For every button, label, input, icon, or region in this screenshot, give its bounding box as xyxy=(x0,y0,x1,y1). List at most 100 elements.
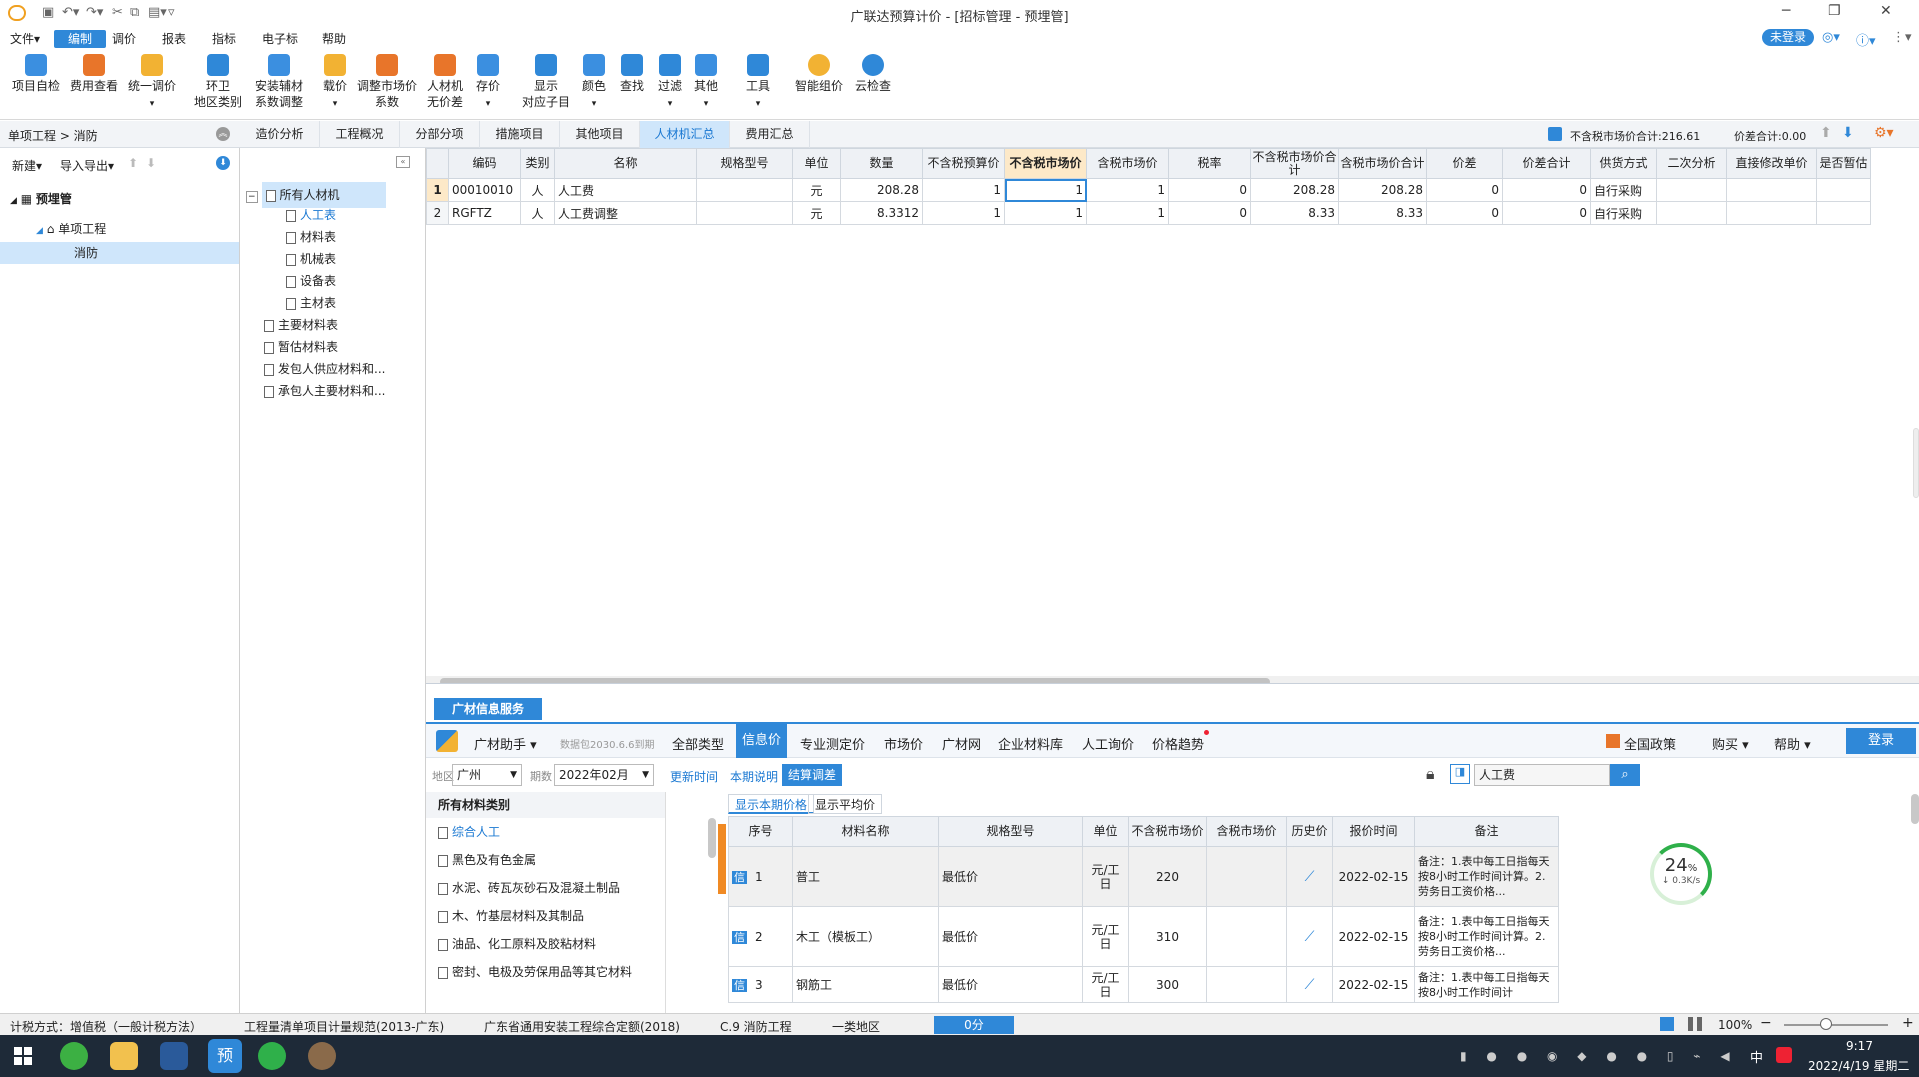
table-row[interactable]: 1 00010010 人 人工费 元 208.28 1 1 1 0 208.28… xyxy=(426,178,1871,202)
collapse-left-icon[interactable]: « xyxy=(396,156,410,168)
table-row[interactable]: 2 RGFTZ 人 人工费调整 元 8.3312 1 1 1 0 8.33 8.… xyxy=(426,201,1871,225)
cell-material-name[interactable]: 钢筋工 xyxy=(792,966,939,1003)
menu-file[interactable]: 文件▾ xyxy=(4,30,46,48)
budget-app-icon[interactable]: 预 xyxy=(208,1039,242,1073)
nav-labor-inquiry[interactable]: 人工询价 xyxy=(1082,734,1134,753)
col-tax-market-total[interactable]: 含税市场价合计 xyxy=(1338,148,1427,179)
aux-material-button[interactable]: 安装辅材 系数调整 xyxy=(250,54,308,110)
period-note-link[interactable]: 本期说明 xyxy=(730,768,778,785)
nav-all-types[interactable]: 全部类型 xyxy=(672,734,724,753)
cell-market-total[interactable]: 208.28 xyxy=(1250,178,1339,202)
col-market-total[interactable]: 不含税市场价合计 xyxy=(1250,148,1339,179)
cell-material-name[interactable]: 木工（模板工） xyxy=(792,906,939,967)
cat-provisional[interactable]: 暂估材料表 xyxy=(246,336,422,358)
nav-enterprise[interactable]: 企业材料库 xyxy=(998,734,1063,753)
collapse-icon[interactable]: ︽ xyxy=(216,127,230,141)
columns-icon[interactable] xyxy=(1688,1017,1702,1031)
col-diff[interactable]: 价差 xyxy=(1426,148,1503,179)
cell-code[interactable]: RGFTZ xyxy=(448,201,521,225)
col-market-price[interactable]: 不含税市场价 xyxy=(1004,148,1087,179)
col-tax-market-price[interactable]: 含税市场价 xyxy=(1206,816,1287,847)
unify-price-button[interactable]: 统一调价 ▾ xyxy=(124,54,180,112)
show-sub-button[interactable]: 显示 对应子目 xyxy=(518,54,574,110)
col-secondary[interactable]: 二次分析 xyxy=(1656,148,1727,179)
help-dropdown[interactable]: 帮助 ▾ xyxy=(1774,734,1811,753)
col-supply[interactable]: 供货方式 xyxy=(1590,148,1657,179)
col-unit[interactable]: 单位 xyxy=(1082,816,1129,847)
cell-diff[interactable]: 0 xyxy=(1426,178,1503,202)
menu-help[interactable]: 帮助 xyxy=(316,30,352,48)
col-tax-rate[interactable]: 税率 xyxy=(1168,148,1251,179)
zoom-handle[interactable] xyxy=(1820,1018,1832,1030)
menu-index[interactable]: 指标 xyxy=(206,30,242,48)
collapse-handle[interactable] xyxy=(718,824,726,894)
cell-code[interactable]: 00010010 xyxy=(448,178,521,202)
settings-icon[interactable]: ⚙▾ xyxy=(1874,125,1894,141)
tab-items[interactable]: 分部分项 xyxy=(400,121,480,148)
cell-diff-total[interactable]: 0 xyxy=(1502,178,1591,202)
color-button[interactable]: 颜色 ▾ xyxy=(578,54,610,112)
smart-price-button[interactable]: 智能组价 xyxy=(792,54,846,94)
col-quote-time[interactable]: 报价时间 xyxy=(1332,816,1415,847)
unlock-icon[interactable]: ◨ xyxy=(1450,764,1470,784)
cat-owner-supply[interactable]: 发包人供应材料和... xyxy=(246,358,422,380)
cell-market-total[interactable]: 8.33 xyxy=(1250,201,1339,225)
menu-etender[interactable]: 电子标 xyxy=(256,30,304,48)
info-icon[interactable]: ⓘ▾ xyxy=(1856,30,1876,49)
price-scrollbar[interactable] xyxy=(1911,794,1919,824)
col-spec[interactable]: 规格型号 xyxy=(696,148,793,179)
col-provisional[interactable]: 是否暂估 xyxy=(1816,148,1871,179)
browser-icon[interactable] xyxy=(60,1042,88,1070)
tab-fee-summary[interactable]: 费用汇总 xyxy=(730,121,810,148)
menu-edit[interactable]: 编制 xyxy=(54,30,107,48)
cat-key-material[interactable]: 主要材料表 xyxy=(246,314,422,336)
cell-tax-rate[interactable]: 0 xyxy=(1168,201,1251,225)
tab-measures[interactable]: 措施项目 xyxy=(480,121,560,148)
col-diff-total[interactable]: 价差合计 xyxy=(1502,148,1591,179)
service-tab[interactable]: 广材信息服务 xyxy=(434,698,542,720)
cell-name[interactable]: 人工费调整 xyxy=(554,201,697,225)
tree-node-single[interactable]: ◢ ⌂ 单项工程 xyxy=(0,218,239,240)
download-icon[interactable]: ⬇ xyxy=(216,156,230,170)
cat-equipment[interactable]: 设备表 xyxy=(246,270,422,292)
save-price-button[interactable]: 存价 ▾ xyxy=(472,54,504,112)
menu-report[interactable]: 报表 xyxy=(156,30,192,48)
category-item[interactable]: 黑色及有色金属 xyxy=(426,846,665,874)
price-row[interactable]: 信2 木工（模板工） 最低价 元/工日 310 ⟋ 2022-02-15 备注：… xyxy=(728,906,1559,967)
sogou-icon[interactable] xyxy=(1776,1047,1792,1063)
col-note[interactable]: 备注 xyxy=(1414,816,1559,847)
ime-indicator[interactable]: 中 xyxy=(1750,1047,1763,1066)
cell-diff[interactable]: 0 xyxy=(1426,201,1503,225)
new-button[interactable]: 新建▾ xyxy=(12,157,42,174)
subtab-current[interactable]: 显示本期价格 xyxy=(728,794,815,814)
col-no[interactable]: 序号 xyxy=(728,816,793,847)
cell-diff-total[interactable]: 0 xyxy=(1502,201,1591,225)
search-input[interactable]: 人工费 xyxy=(1474,764,1610,786)
cell-spec[interactable]: 最低价 xyxy=(938,846,1083,907)
cad-icon[interactable] xyxy=(160,1042,188,1070)
cell-unit[interactable]: 元/工日 xyxy=(1082,846,1129,907)
avatar[interactable] xyxy=(308,1042,336,1070)
folder-icon[interactable] xyxy=(110,1042,138,1070)
tab-other[interactable]: 其他项目 xyxy=(560,121,640,148)
cat-material[interactable]: 材料表 xyxy=(246,226,422,248)
zoom-in-button[interactable]: + xyxy=(1902,1015,1914,1031)
tab-cost-analysis[interactable]: 造价分析 xyxy=(240,121,320,148)
side-handle[interactable] xyxy=(1913,428,1919,498)
cell-tax-market-price[interactable]: 1 xyxy=(1086,201,1169,225)
col-type[interactable]: 类别 xyxy=(520,148,555,179)
move-up-icon[interactable]: ⬆ xyxy=(128,156,138,170)
region-category-button[interactable]: 环卫 地区类别 xyxy=(190,54,246,110)
cell-spec[interactable]: 最低价 xyxy=(938,966,1083,1003)
nav-price-trend[interactable]: 价格趋势 xyxy=(1152,734,1204,753)
trend-chart-icon[interactable]: ⟋ xyxy=(1305,869,1315,885)
policy-link[interactable]: 全国政策 xyxy=(1624,734,1676,753)
menu-adjust[interactable]: 调价 xyxy=(106,30,142,48)
category-item[interactable]: 水泥、砖瓦灰砂石及混凝土制品 xyxy=(426,874,665,902)
tools-button[interactable]: 工具 ▾ xyxy=(742,54,774,112)
price-row[interactable]: 信3 钢筋工 最低价 元/工日 300 ⟋ 2022-02-15 备注：1.表中… xyxy=(728,966,1559,1003)
cell-direct-edit[interactable] xyxy=(1726,178,1817,202)
load-price-button[interactable]: 载价 ▾ xyxy=(318,54,352,112)
cell-history[interactable]: ⟋ xyxy=(1286,966,1333,1003)
minimize-button[interactable]: ─ xyxy=(1782,3,1790,19)
